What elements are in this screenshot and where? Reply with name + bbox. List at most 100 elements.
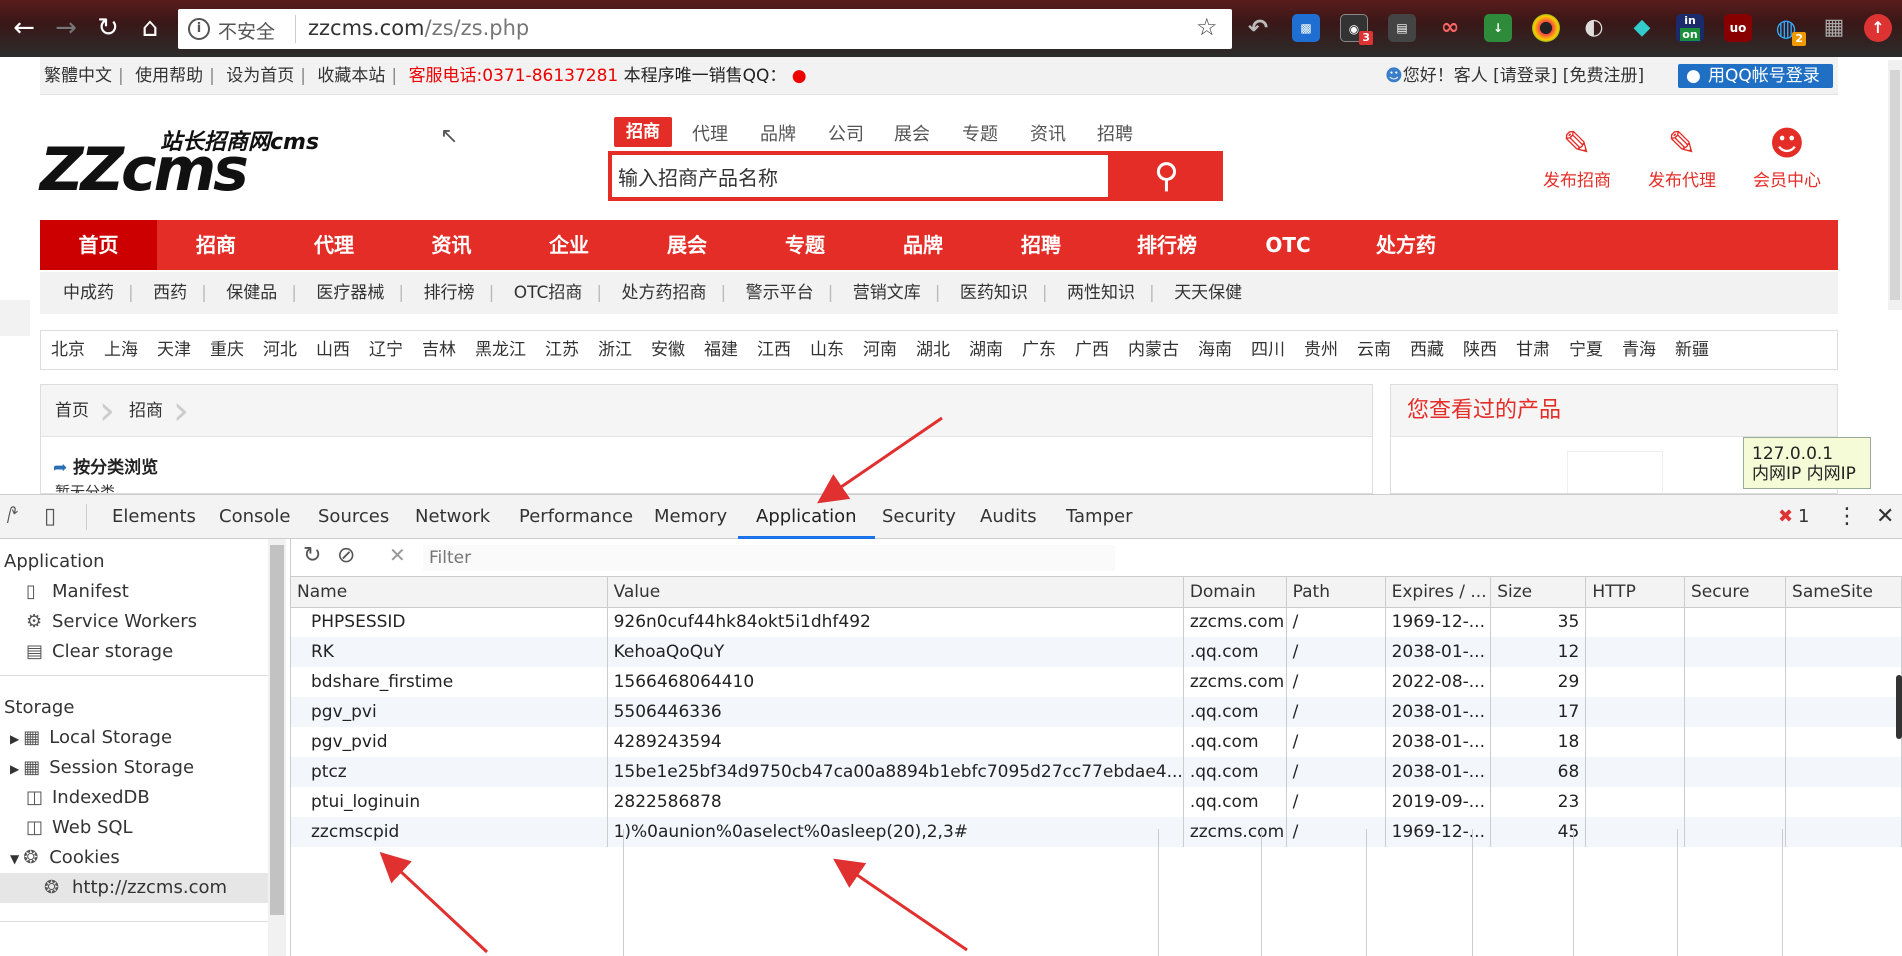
- tab-performance[interactable]: Performance: [519, 495, 633, 539]
- nav-paihangbang[interactable]: 排行榜: [1100, 220, 1234, 270]
- extension-infinity-icon[interactable]: ∞: [1436, 14, 1464, 42]
- region-link[interactable]: 重庆: [210, 340, 244, 360]
- region-link[interactable]: 四川: [1251, 340, 1285, 360]
- publish-daili-link[interactable]: ✎ 发布代理: [1637, 124, 1727, 191]
- search-tab-daili[interactable]: 代理: [692, 120, 728, 146]
- nav-chufangyao[interactable]: 处方药: [1342, 220, 1470, 270]
- subnav-item[interactable]: 医药知识: [960, 283, 1028, 303]
- update-alert-icon[interactable]: ↑: [1864, 14, 1892, 42]
- extension-translate-icon[interactable]: ▩: [1292, 14, 1320, 42]
- error-icon[interactable]: ✖: [1778, 495, 1793, 539]
- clear-all-icon[interactable]: ⊘: [337, 543, 355, 568]
- expand-arrow-icon[interactable]: ▶: [10, 762, 19, 776]
- nav-zhuanti[interactable]: 专题: [746, 220, 864, 270]
- filter-input[interactable]: [423, 545, 1115, 571]
- table-row[interactable]: RK KehoaQoQuY .qq.com/2038-01-... 12: [291, 637, 1902, 667]
- close-devtools-icon[interactable]: ✕: [1876, 495, 1894, 539]
- greeting-label[interactable]: 您好！客人 [请登录] [免费注册]: [1403, 66, 1644, 86]
- col-size[interactable]: Size: [1490, 577, 1587, 608]
- table-row[interactable]: PHPSESSID 926n0cuf44hk84okt5i1dhf492 zzcms…: [291, 607, 1902, 637]
- subnav-item[interactable]: 两性知识: [1067, 283, 1135, 303]
- error-count[interactable]: 1: [1798, 495, 1809, 539]
- product-thumbnail[interactable]: [1567, 451, 1663, 493]
- url-text[interactable]: zzcms.com/zs/zs.php: [308, 16, 529, 40]
- region-link[interactable]: 河南: [863, 340, 897, 360]
- search-button[interactable]: ⚲: [1110, 151, 1223, 201]
- region-link[interactable]: 山东: [810, 340, 844, 360]
- nav-qiye[interactable]: 企业: [510, 220, 628, 270]
- region-link[interactable]: 云南: [1357, 340, 1391, 360]
- region-link[interactable]: 广西: [1075, 340, 1109, 360]
- region-link[interactable]: 山西: [316, 340, 350, 360]
- extension-a-icon[interactable]: ◉ 3: [1340, 14, 1373, 45]
- subnav-item[interactable]: 医疗器械: [316, 283, 384, 303]
- region-link[interactable]: 陕西: [1463, 340, 1497, 360]
- col-name[interactable]: Name: [291, 577, 608, 608]
- table-row[interactable]: bdshare_firstime 1566468064410 zzcms.com/2…: [291, 667, 1902, 697]
- sidebar-scrollbar-thumb[interactable]: [270, 545, 284, 915]
- region-link[interactable]: 上海: [104, 340, 138, 360]
- tab-application[interactable]: Application: [738, 495, 875, 539]
- region-link[interactable]: 内蒙古: [1128, 340, 1179, 360]
- region-link[interactable]: 贵州: [1304, 340, 1338, 360]
- col-value[interactable]: Value: [607, 577, 1184, 608]
- home-icon[interactable]: ⌂: [134, 12, 166, 44]
- col-expires[interactable]: Expires / ...: [1385, 577, 1492, 608]
- sidebar-item-service-workers[interactable]: ⚙ Service Workers: [26, 611, 197, 632]
- info-icon[interactable]: i: [188, 18, 210, 40]
- link-traditional-chinese[interactable]: 繁體中文: [44, 66, 112, 86]
- refresh-icon[interactable]: ↻: [303, 543, 321, 568]
- tab-network[interactable]: Network: [415, 495, 490, 539]
- extension-cookie-icon[interactable]: ◐: [1580, 14, 1608, 42]
- subnav-item[interactable]: 天天保健: [1174, 283, 1242, 303]
- col-samesite[interactable]: SameSite: [1785, 577, 1902, 608]
- forward-icon[interactable]: →: [50, 12, 82, 44]
- breadcrumb-home[interactable]: 首页: [55, 385, 89, 437]
- region-link[interactable]: 江苏: [545, 340, 579, 360]
- tab-audits[interactable]: Audits: [980, 495, 1037, 539]
- table-scrollbar-thumb[interactable]: [1896, 675, 1902, 739]
- device-toolbar-icon[interactable]: ▯: [44, 495, 56, 539]
- sidebar-item-indexeddb[interactable]: ◫ IndexedDB: [26, 787, 150, 808]
- subnav-item[interactable]: 保健品: [226, 283, 277, 303]
- link-bookmark-site[interactable]: 收藏本站: [317, 66, 385, 86]
- qq-penguin-icon[interactable]: ●: [792, 66, 807, 86]
- table-row[interactable]: ptui_loginuin 2822586878 .qq.com/2019-09-.…: [291, 787, 1902, 817]
- tab-tamper[interactable]: Tamper: [1066, 495, 1132, 539]
- sidebar-item-session-storage[interactable]: ▶ ▦ Session Storage: [10, 757, 194, 778]
- breadcrumb-zhaoshang[interactable]: 招商: [129, 385, 163, 437]
- extension-on-icon[interactable]: in on: [1676, 14, 1704, 42]
- search-tab-zhaopin[interactable]: 招聘: [1097, 120, 1133, 146]
- ublock-icon[interactable]: uo: [1724, 14, 1752, 42]
- delete-selected-icon[interactable]: ✕: [389, 543, 406, 567]
- search-tab-zhuanti[interactable]: 专题: [962, 120, 998, 146]
- extension-diamond-icon[interactable]: ◆: [1628, 14, 1656, 42]
- region-link[interactable]: 江西: [757, 340, 791, 360]
- col-secure[interactable]: Secure: [1684, 577, 1787, 608]
- search-tab-gongsi[interactable]: 公司: [828, 120, 864, 146]
- nav-pinpai[interactable]: 品牌: [864, 220, 982, 270]
- qq-login-button[interactable]: ● 用QQ帐号登录: [1678, 64, 1833, 88]
- search-input[interactable]: [612, 155, 1108, 197]
- collapse-arrow-icon[interactable]: ▼: [10, 852, 19, 866]
- sidebar-item-web-sql[interactable]: ◫ Web SQL: [26, 817, 133, 838]
- nav-zhanhui[interactable]: 展会: [628, 220, 746, 270]
- inspect-element-icon[interactable]: ⭚: [6, 495, 19, 539]
- col-domain[interactable]: Domain: [1183, 577, 1287, 608]
- tab-memory[interactable]: Memory: [654, 495, 727, 539]
- region-link[interactable]: 西藏: [1410, 340, 1444, 360]
- extension-download-icon[interactable]: ↓: [1484, 14, 1512, 42]
- region-link[interactable]: 湖北: [916, 340, 950, 360]
- region-link[interactable]: 新疆: [1675, 340, 1709, 360]
- extension-b-icon[interactable]: ▤: [1388, 14, 1416, 42]
- subnav-item[interactable]: 中成药: [63, 283, 114, 303]
- region-link[interactable]: 吉林: [422, 340, 456, 360]
- tab-console[interactable]: Console: [219, 495, 290, 539]
- region-link[interactable]: 北京: [51, 340, 85, 360]
- region-link[interactable]: 辽宁: [369, 340, 403, 360]
- site-logo[interactable]: 站长招商网cms ZZcms: [40, 124, 340, 200]
- kebab-menu-icon[interactable]: ⋮: [1836, 495, 1858, 539]
- region-link[interactable]: 青海: [1622, 340, 1656, 360]
- subnav-item[interactable]: OTC招商: [514, 283, 583, 303]
- region-link[interactable]: 河北: [263, 340, 297, 360]
